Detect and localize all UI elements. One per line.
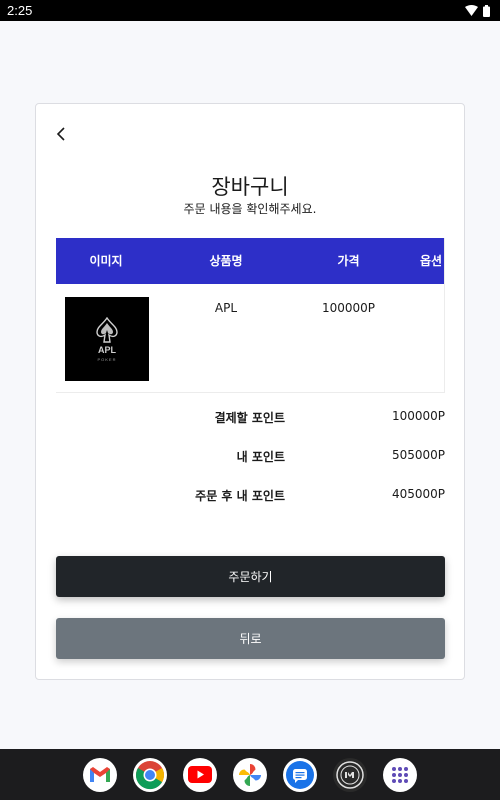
battery-icon (483, 4, 490, 17)
summary-my-points: 내 포인트 505000P (56, 448, 445, 468)
product-price: 100000P (321, 301, 376, 315)
status-icons (465, 4, 490, 17)
app-dock (0, 749, 500, 800)
photos-icon[interactable] (233, 757, 267, 792)
wifi-icon (465, 5, 478, 16)
cart-table[interactable]: 이미지 상품명 가격 옵션 APL POKER APL 100000P (56, 238, 445, 393)
summary-value: 100000P (391, 409, 445, 423)
back-arrow-icon[interactable] (54, 126, 70, 142)
cart-card: 장바구니 주문 내용을 확인해주세요. 이미지 상품명 가격 옵션 APL PO… (35, 103, 465, 680)
product-image: APL POKER (65, 297, 149, 381)
summary-value: 405000P (391, 487, 445, 501)
back-button[interactable]: 뒤로 (56, 618, 445, 659)
product-name: APL (214, 301, 238, 315)
chrome-icon[interactable] (133, 757, 167, 792)
youtube-icon[interactable] (183, 757, 217, 792)
gmail-icon[interactable] (83, 757, 117, 792)
table-row: APL POKER APL 100000P (56, 284, 444, 393)
header-price: 가격 (337, 254, 360, 268)
thumb-text: APL (98, 344, 116, 355)
app-drawer-icon[interactable] (383, 757, 417, 792)
summary-label: 내 포인트 (236, 450, 285, 464)
thumb-subtext: POKER (97, 356, 117, 362)
page-title: 장바구니 (211, 175, 289, 199)
header-product-name: 상품명 (209, 254, 243, 268)
header-image: 이미지 (89, 254, 123, 268)
messages-icon[interactable] (283, 757, 317, 792)
summary-label: 결제할 포인트 (214, 411, 285, 425)
table-header: 이미지 상품명 가격 옵션 (56, 238, 444, 284)
summary-points-after-order: 주문 후 내 포인트 405000P (56, 487, 445, 507)
header-option: 옵션 (419, 254, 443, 268)
summary-value: 505000P (391, 448, 445, 462)
app-icon[interactable] (333, 757, 367, 792)
summary-label: 주문 후 내 포인트 (195, 489, 285, 503)
status-bar: 2:25 (0, 0, 500, 21)
spade-icon (96, 316, 118, 343)
summary-payment-points: 결제할 포인트 100000P (56, 409, 445, 429)
order-button[interactable]: 주문하기 (56, 556, 445, 597)
page-subtitle: 주문 내용을 확인해주세요. (183, 202, 317, 216)
status-time: 2:25 (7, 3, 33, 18)
